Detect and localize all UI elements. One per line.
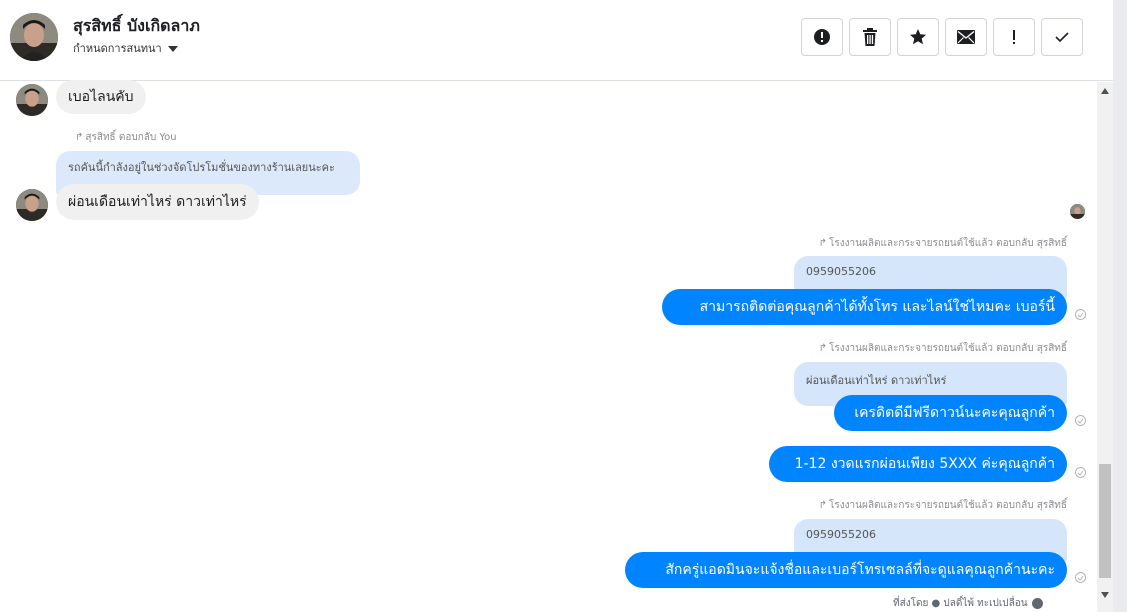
- user-photo-icon: [1070, 204, 1085, 219]
- reply-arrow-icon: ↱: [75, 132, 84, 143]
- trash-icon: [863, 28, 877, 46]
- incoming-message[interactable]: เบอไลนคับ: [56, 80, 146, 114]
- scroll-down-arrow-icon[interactable]: [1101, 592, 1109, 598]
- conversation-view: สุรสิทธิ์ บังเกิดลาภ กำหนดการสนทนา เบอไล…: [0, 0, 1127, 612]
- reply-label: ↱ สุรสิทธิ์ ตอบกลับ You: [75, 130, 177, 145]
- thread-scrollbar[interactable]: [1097, 82, 1113, 612]
- sent-by-text: ที่ส่งโดย ● ปลดิ์ไพ้ ทะเปเปลื่อน: [893, 598, 1028, 609]
- contact-avatar-small: [16, 84, 48, 116]
- outgoing-message[interactable]: เครดิตดีมีฟรีดาวน์นะคะคุณลูกค้า: [834, 395, 1067, 431]
- contact-avatar-small: [16, 189, 48, 221]
- help-icon[interactable]: [1031, 598, 1043, 609]
- reply-arrow-icon: ↱: [818, 343, 827, 354]
- reply-label: ↱ โรงงานผลิตและกระจายรถยนต์ใช้แล้ว ตอบกล…: [819, 341, 1067, 356]
- exclamation-icon: [1013, 30, 1015, 44]
- sent-status-icon: [1075, 467, 1086, 478]
- side-panel-edge: [1113, 0, 1127, 612]
- mark-done-button[interactable]: [1041, 18, 1083, 56]
- reply-label-text: สุรสิทธิ์ ตอบกลับ You: [85, 132, 177, 143]
- mark-unread-button[interactable]: [945, 18, 987, 56]
- reply-label-text: โรงงานผลิตและกระจายรถยนต์ใช้แล้ว ตอบกลับ…: [829, 238, 1067, 249]
- seen-avatar: [1070, 204, 1085, 219]
- delete-button[interactable]: [849, 18, 891, 56]
- reply-label: ↱ โรงงานผลิตและกระจายรถยนต์ใช้แล้ว ตอบกล…: [819, 498, 1067, 513]
- outgoing-message[interactable]: 1-12 งวดแรกผ่อนเพียง 5XXX ค่ะคุณลูกค้า: [769, 446, 1067, 482]
- reply-label-text: โรงงานผลิตและกระจายรถยนต์ใช้แล้ว ตอบกลับ…: [829, 343, 1067, 354]
- conversation-toolbar: [801, 18, 1083, 56]
- contact-name[interactable]: สุรสิทธิ์ บังเกิดลาภ: [73, 14, 200, 39]
- follow-up-button[interactable]: [993, 18, 1035, 56]
- report-spam-button[interactable]: [801, 18, 843, 56]
- alert-circle-icon: [814, 29, 830, 45]
- reply-arrow-icon: ↱: [818, 238, 827, 249]
- sent-status-icon: [1075, 572, 1086, 583]
- envelope-icon: [957, 30, 975, 44]
- contact-avatar[interactable]: [10, 13, 58, 61]
- check-icon: [1055, 32, 1069, 43]
- outgoing-message[interactable]: สักครู่แอดมินจะแจ้งชื่อและเบอร์โทรเซลล์ท…: [625, 552, 1067, 588]
- reply-label-text: โรงงานผลิตและกระจายรถยนต์ใช้แล้ว ตอบกลับ…: [829, 500, 1067, 511]
- sent-by-label: ที่ส่งโดย ● ปลดิ์ไพ้ ทะเปเปลื่อน: [893, 596, 1043, 611]
- schedule-label: กำหนดการสนทนา: [73, 42, 162, 55]
- user-photo-icon: [16, 189, 48, 221]
- scroll-up-arrow-icon[interactable]: [1101, 88, 1109, 94]
- user-photo-icon: [16, 84, 48, 116]
- conversation-schedule-dropdown[interactable]: กำหนดการสนทนา: [73, 39, 178, 57]
- user-photo-icon: [10, 13, 58, 61]
- caret-down-icon: [167, 45, 178, 52]
- sent-status-icon: [1075, 309, 1086, 320]
- sent-status-icon: [1075, 415, 1086, 426]
- star-button[interactable]: [897, 18, 939, 56]
- conversation-header: สุรสิทธิ์ บังเกิดลาภ กำหนดการสนทนา: [0, 0, 1113, 81]
- reply-label: ↱ โรงงานผลิตและกระจายรถยนต์ใช้แล้ว ตอบกล…: [819, 236, 1067, 251]
- outgoing-message[interactable]: สามารถติดต่อคุณลูกค้าได้ทั้งโทร และไลน์ใ…: [662, 289, 1067, 325]
- incoming-message[interactable]: ผ่อนเดือนเท่าไหร่ ดาวเท่าไหร่: [56, 184, 259, 220]
- reply-arrow-icon: ↱: [818, 500, 827, 511]
- scrollbar-thumb[interactable]: [1099, 464, 1111, 578]
- star-icon: [910, 29, 926, 45]
